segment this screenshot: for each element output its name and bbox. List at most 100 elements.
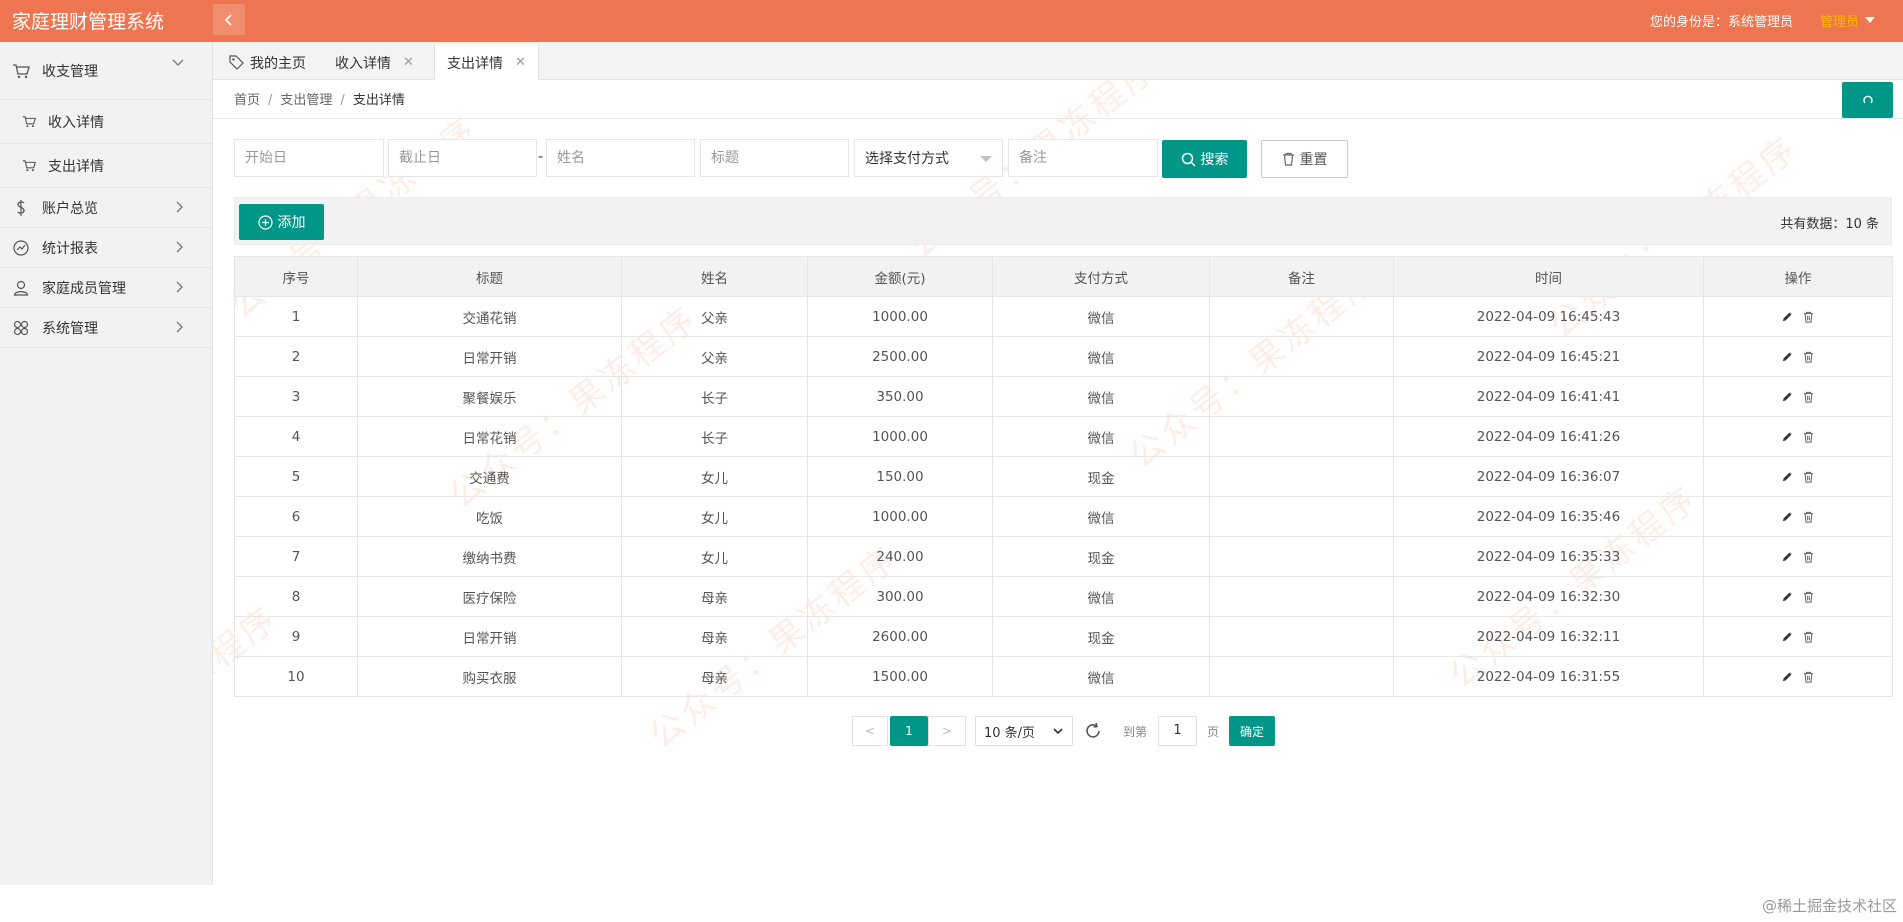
edit-icon[interactable] — [1782, 591, 1793, 602]
edit-icon[interactable] — [1782, 391, 1793, 402]
table-cell-actions — [1703, 656, 1893, 697]
delete-icon[interactable] — [1803, 311, 1814, 323]
edit-icon[interactable] — [1782, 671, 1793, 682]
dollar-icon — [12, 199, 30, 217]
table-cell-actions — [1703, 376, 1893, 417]
payment-method-value: 选择支付方式 — [865, 151, 949, 167]
table-cell-actions — [1703, 536, 1893, 577]
chevron-down-icon — [172, 55, 184, 71]
table-cell-actions — [1703, 456, 1893, 497]
table-cell: 350.00 — [807, 376, 993, 417]
column-header: 操作 — [1703, 256, 1893, 297]
goto-confirm-button[interactable]: 确定 — [1229, 716, 1275, 746]
chevron-right-icon — [176, 241, 184, 257]
edit-icon[interactable] — [1782, 431, 1793, 442]
sidebar-item-family-members[interactable]: 家庭成员管理 — [0, 268, 212, 308]
search-button[interactable]: 搜索 — [1162, 140, 1247, 178]
add-circle-icon — [257, 214, 273, 230]
name-input[interactable] — [546, 139, 695, 177]
table-cell — [1209, 576, 1394, 617]
table-cell — [1209, 496, 1394, 537]
delete-icon[interactable] — [1803, 551, 1814, 563]
table-row: 1 交通花销 父亲 1000.00 微信 2022-04-09 16:45:43 — [234, 296, 1893, 337]
edit-icon[interactable] — [1782, 511, 1793, 522]
top-header: 家庭理财管理系统 您的身份是：系统管理员 管理员 — [0, 0, 1903, 42]
edit-icon[interactable] — [1782, 351, 1793, 362]
tab-home[interactable]: 我的主页 — [217, 45, 318, 80]
payment-method-select[interactable]: 选择支付方式 — [854, 139, 1003, 177]
table-cell: 2022-04-09 16:35:33 — [1393, 536, 1704, 577]
table-cell: 日常开销 — [357, 336, 622, 377]
edit-icon[interactable] — [1782, 631, 1793, 642]
page-size-select[interactable]: 10 条/页 — [975, 716, 1073, 746]
role-label: 管理员 — [1819, 15, 1859, 30]
table-cell: 240.00 — [807, 536, 993, 577]
table-cell-actions — [1703, 336, 1893, 377]
identity-label: 您的身份是：系统管理员 — [1649, 15, 1793, 30]
edit-icon[interactable] — [1782, 551, 1793, 562]
table-row: 7 缴纳书费 女儿 240.00 现金 2022-04-09 16:35:33 — [234, 536, 1893, 577]
table-row: 4 日常花销 长子 1000.00 微信 2022-04-09 16:41:26 — [234, 416, 1893, 457]
table-cell: 7 — [234, 536, 358, 577]
delete-icon[interactable] — [1803, 431, 1814, 443]
reset-button[interactable]: 重置 — [1261, 140, 1348, 178]
table-cell: 现金 — [992, 616, 1210, 657]
tab-expense-detail[interactable]: 支出详情 ✕ — [434, 45, 539, 80]
table-cell: 1000.00 — [807, 496, 993, 537]
table-cell: 2022-04-09 16:41:26 — [1393, 416, 1704, 457]
table-cell: 现金 — [992, 536, 1210, 577]
note-input[interactable] — [1008, 139, 1158, 177]
table-cell-actions — [1703, 296, 1893, 337]
close-icon[interactable]: ✕ — [403, 55, 414, 70]
end-date-input[interactable] — [388, 139, 537, 177]
table-cell: 日常花销 — [357, 416, 622, 457]
tab-income-detail[interactable]: 收入详情 ✕ — [323, 45, 426, 80]
refresh-page-button[interactable] — [1842, 82, 1893, 118]
table-cell: 2022-04-09 16:45:43 — [1393, 296, 1704, 337]
table-cell: 现金 — [992, 456, 1210, 497]
prev-page-button[interactable]: < — [852, 716, 888, 746]
tag-icon — [229, 55, 244, 70]
table-cell: 2022-04-09 16:35:46 — [1393, 496, 1704, 537]
delete-icon[interactable] — [1803, 591, 1814, 603]
sidebar-item-income-detail[interactable]: 收入详情 — [0, 100, 212, 144]
delete-icon[interactable] — [1803, 471, 1814, 483]
refresh-icon[interactable] — [1083, 721, 1103, 741]
current-page-button[interactable]: 1 — [890, 716, 928, 746]
add-button[interactable]: 添加 — [239, 204, 324, 240]
delete-icon[interactable] — [1803, 631, 1814, 643]
table-cell: 微信 — [992, 296, 1210, 337]
sidebar-item-system[interactable]: 系统管理 — [0, 308, 212, 348]
delete-icon[interactable] — [1803, 351, 1814, 363]
tab-label: 收入详情 — [335, 55, 391, 72]
sidebar-item-accounts[interactable]: 账户总览 — [0, 188, 212, 228]
table-cell: 300.00 — [807, 576, 993, 617]
role-dropdown[interactable]: 管理员 — [1820, 11, 1875, 30]
table-row: 6 吃饭 女儿 1000.00 微信 2022-04-09 16:35:46 — [234, 496, 1893, 537]
sidebar-item-reports[interactable]: 统计报表 — [0, 228, 212, 268]
breadcrumb-home[interactable]: 首页 — [234, 93, 260, 108]
breadcrumb-expense-mgmt[interactable]: 支出管理 — [280, 93, 332, 108]
next-page-button[interactable]: > — [928, 716, 966, 746]
collapse-sidebar-button[interactable] — [213, 4, 245, 35]
title-input[interactable] — [700, 139, 849, 177]
delete-icon[interactable] — [1803, 511, 1814, 523]
table-cell: 6 — [234, 496, 358, 537]
reset-button-label: 重置 — [1299, 152, 1328, 168]
table-cell: 10 — [234, 656, 358, 697]
table-cell: 2022-04-09 16:32:11 — [1393, 616, 1704, 657]
tab-label: 支出详情 — [447, 55, 503, 72]
delete-icon[interactable] — [1803, 391, 1814, 403]
table-cell: 交通花销 — [357, 296, 622, 337]
sidebar-item-expense-detail[interactable]: 支出详情 — [0, 144, 212, 188]
table-row: 8 医疗保险 母亲 300.00 微信 2022-04-09 16:32:30 — [234, 576, 1893, 617]
edit-icon[interactable] — [1782, 311, 1793, 322]
close-icon[interactable]: ✕ — [515, 55, 526, 70]
chevron-down-icon — [1052, 724, 1064, 742]
edit-icon[interactable] — [1782, 471, 1793, 482]
sidebar-item-income-expense[interactable]: 收支管理 — [0, 42, 212, 100]
delete-icon[interactable] — [1803, 671, 1814, 683]
goto-page-input[interactable]: 1 — [1158, 716, 1197, 746]
table-cell: 2500.00 — [807, 336, 993, 377]
start-date-input[interactable] — [234, 139, 384, 177]
